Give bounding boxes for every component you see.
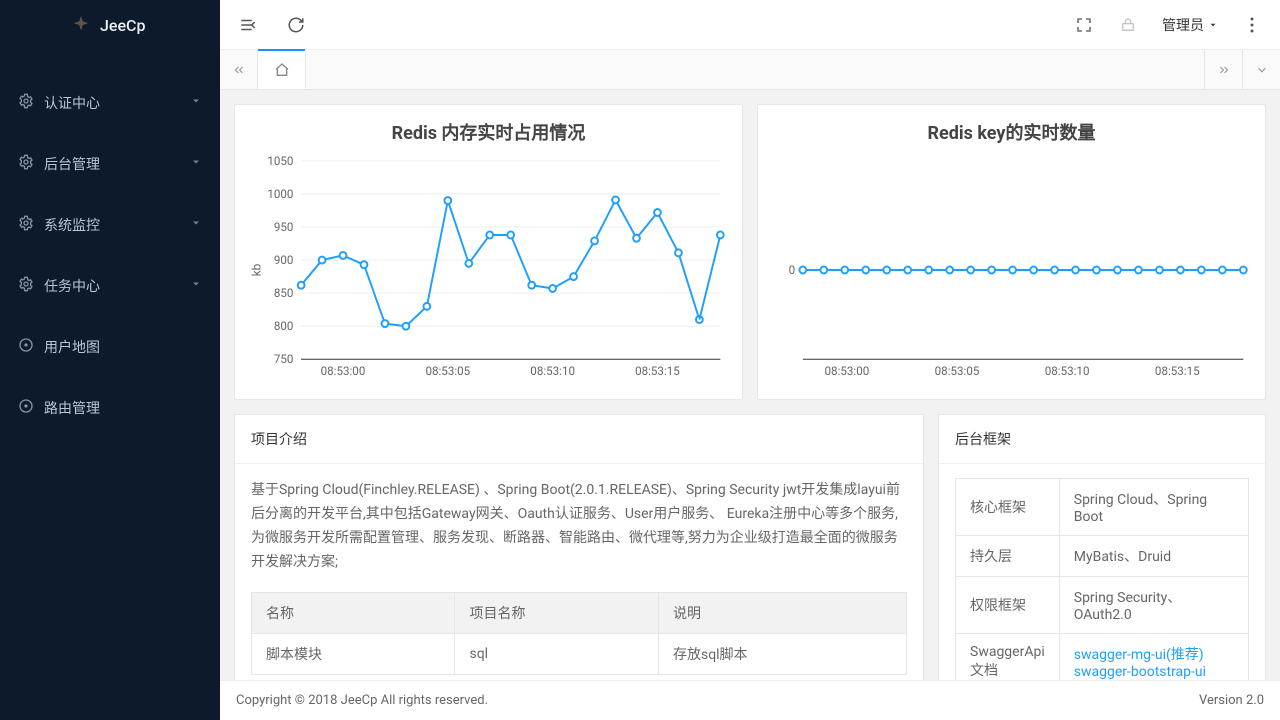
framework-panel-header: 后台框架: [939, 415, 1265, 464]
framework-link[interactable]: swagger-mg-ui(推荐): [1074, 647, 1204, 663]
refresh-icon[interactable]: [286, 15, 306, 35]
svg-text:08:53:05: 08:53:05: [425, 364, 470, 378]
table-row: 脚本模块sql存放sql脚本: [252, 634, 907, 675]
target-icon: [18, 337, 34, 357]
chart-memory: Redis 内存实时占用情况 750 800 850 900 950 1000 1050 kb…: [234, 104, 743, 400]
sidebar-nav: 认证中心后台管理系统监控任务中心用户地图路由管理: [0, 50, 220, 438]
project-panel-header: 项目介绍: [235, 415, 923, 464]
project-intro: 基于Spring Cloud(Finchley.RELEASE) 、Spring…: [251, 478, 907, 574]
table-header: 项目名称: [455, 593, 658, 634]
framework-table: 核心框架Spring Cloud、Spring Boot持久层MyBatis、D…: [955, 478, 1249, 691]
tabs-scroll-left[interactable]: [220, 50, 258, 89]
table-header: 说明: [658, 593, 906, 634]
chart-keys-svg: 0 08:53:00 08:53:05 08:53:10 08:53:15: [770, 151, 1253, 389]
admin-label: 管理员: [1162, 15, 1204, 35]
svg-text:08:53:00: 08:53:00: [321, 364, 366, 378]
table-header: 名称: [252, 593, 455, 634]
footer-right: Version 2.0: [1199, 693, 1264, 708]
home-icon: [274, 62, 290, 78]
sidebar-item[interactable]: 路由管理: [0, 377, 220, 438]
sidebar-item-label: 用户地图: [44, 337, 202, 357]
chevrons-left-icon: [232, 63, 246, 77]
project-table: 名称项目名称说明 脚本模块sql存放sql脚本: [251, 592, 907, 675]
gear-icon: [18, 276, 34, 296]
svg-text:750: 750: [274, 352, 294, 366]
sidebar-item[interactable]: 任务中心: [0, 255, 220, 316]
footer: Copyright © 2018 JeeCp All rights reserv…: [220, 680, 1280, 720]
framework-key: 核心框架: [956, 479, 1060, 536]
svg-text:950: 950: [274, 220, 294, 234]
content-area: Redis 内存实时占用情况 750 800 850 900 950 1000 1050 kb…: [220, 90, 1280, 720]
svg-text:08:53:15: 08:53:15: [1155, 364, 1200, 378]
chevron-down-icon: [190, 217, 202, 233]
svg-text:08:53:00: 08:53:00: [825, 364, 870, 378]
tabs-scroll-right[interactable]: [1204, 50, 1242, 89]
brand-logo-icon: [70, 14, 92, 36]
sidebar-item[interactable]: 系统监控: [0, 194, 220, 255]
gear-icon: [18, 215, 34, 235]
brand-name: JeeCp: [100, 16, 145, 35]
svg-text:08:53:10: 08:53:10: [530, 364, 575, 378]
gear-icon: [18, 93, 34, 113]
footer-left: Copyright © 2018 JeeCp All rights reserv…: [236, 693, 488, 708]
chart-memory-svg: 750 800 850 900 950 1000 1050 kb 08:53:00 08:53:0…: [247, 151, 730, 389]
target-icon: [18, 398, 34, 418]
chevron-down-icon: [190, 95, 202, 111]
sidebar-item-label: 系统监控: [44, 215, 190, 235]
table-cell: 脚本模块: [252, 634, 455, 675]
svg-text:1000: 1000: [267, 187, 293, 201]
svg-text:800: 800: [274, 319, 294, 333]
admin-dropdown[interactable]: 管理员: [1162, 15, 1218, 35]
chart-keys-title: Redis key的实时数量: [770, 119, 1253, 145]
framework-key: 权限框架: [956, 577, 1060, 634]
more-icon[interactable]: [1242, 15, 1262, 35]
brand-logo: JeeCp: [0, 0, 220, 50]
chevron-down-icon: [190, 278, 202, 294]
svg-text:1050: 1050: [267, 154, 293, 168]
sidebar: JeeCp 认证中心后台管理系统监控任务中心用户地图路由管理: [0, 0, 220, 720]
sidebar-item-label: 后台管理: [44, 154, 190, 174]
framework-value: MyBatis、Druid: [1059, 536, 1248, 577]
lock-icon[interactable]: [1118, 15, 1138, 35]
tab-strip: [220, 50, 1280, 90]
framework-value: Spring Cloud、Spring Boot: [1059, 479, 1248, 536]
sidebar-item[interactable]: 用户地图: [0, 316, 220, 377]
sidebar-toggle-icon[interactable]: [238, 15, 258, 35]
gear-icon: [18, 154, 34, 174]
tab-home[interactable]: [258, 50, 306, 89]
topbar: 管理员: [220, 0, 1280, 50]
svg-text:0: 0: [789, 263, 796, 277]
svg-text:08:53:15: 08:53:15: [635, 364, 680, 378]
sidebar-item-label: 认证中心: [44, 93, 190, 113]
svg-text:08:53:10: 08:53:10: [1045, 364, 1090, 378]
table-cell: 存放sql脚本: [658, 634, 906, 675]
sidebar-item[interactable]: 后台管理: [0, 133, 220, 194]
chevron-down-icon: [190, 156, 202, 172]
table-row: 核心框架Spring Cloud、Spring Boot: [956, 479, 1249, 536]
sidebar-item-label: 任务中心: [44, 276, 190, 296]
table-row: 权限框架Spring Security、OAuth2.0: [956, 577, 1249, 634]
sidebar-item-label: 路由管理: [44, 398, 202, 418]
fullscreen-icon[interactable]: [1074, 15, 1094, 35]
chart-memory-title: Redis 内存实时占用情况: [247, 119, 730, 145]
sidebar-item[interactable]: 认证中心: [0, 72, 220, 133]
table-cell: sql: [455, 634, 658, 675]
svg-text:850: 850: [274, 286, 294, 300]
chevrons-right-icon: [1217, 63, 1231, 77]
framework-panel: 后台框架 核心框架Spring Cloud、Spring Boot持久层MyBa…: [938, 414, 1266, 706]
table-row: 持久层MyBatis、Druid: [956, 536, 1249, 577]
svg-text:08:53:05: 08:53:05: [935, 364, 980, 378]
framework-key: 持久层: [956, 536, 1060, 577]
chart-keys: Redis key的实时数量 0 08:53:00 08:53:05 08:53:10…: [757, 104, 1266, 400]
svg-text:900: 900: [274, 253, 294, 267]
chevron-down-icon: [1255, 63, 1269, 77]
project-panel: 项目介绍 基于Spring Cloud(Finchley.RELEASE) 、S…: [234, 414, 924, 706]
framework-value: Spring Security、OAuth2.0: [1059, 577, 1248, 634]
framework-link[interactable]: swagger-bootstrap-ui: [1074, 664, 1206, 680]
caret-down-icon: [1208, 20, 1218, 30]
svg-text:kb: kb: [250, 263, 264, 276]
tabs-menu[interactable]: [1242, 50, 1280, 89]
